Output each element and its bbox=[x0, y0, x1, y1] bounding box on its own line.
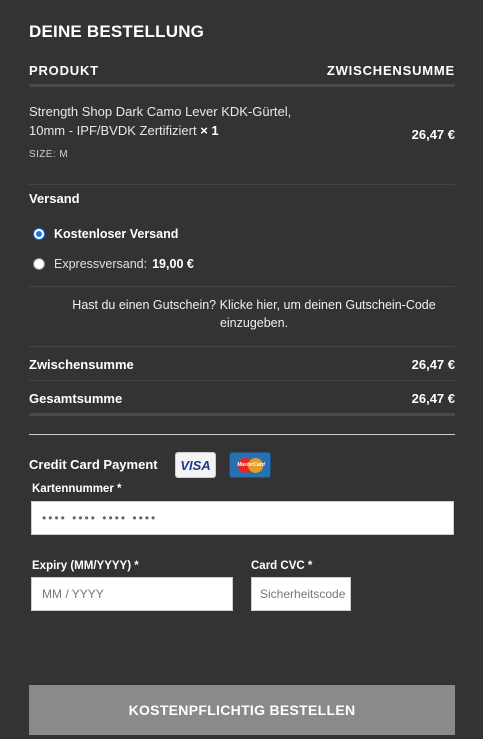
column-header-product: PRODUKT bbox=[29, 63, 99, 78]
table-header: PRODUKT ZWISCHENSUMME bbox=[29, 63, 455, 78]
divider bbox=[29, 380, 455, 381]
total-value: 26,47 € bbox=[411, 391, 455, 406]
expiry-input[interactable]: MM / YYYY bbox=[31, 577, 233, 611]
cvc-label: Card CVC * bbox=[251, 560, 313, 572]
place-order-button[interactable]: KOSTENPFLICHTIG BESTELLEN bbox=[29, 685, 455, 735]
product-title: Strength Shop Dark Camo Lever KDK-Gürtel… bbox=[29, 104, 292, 138]
totals-divider bbox=[29, 413, 455, 416]
payment-method-title: Credit Card Payment bbox=[29, 457, 158, 472]
expiry-label: Expiry (MM/YYYY) * bbox=[32, 560, 139, 572]
divider bbox=[29, 184, 455, 185]
size-value: M bbox=[59, 149, 68, 160]
product-name: Strength Shop Dark Camo Lever KDK-Gürtel… bbox=[29, 102, 309, 140]
total-label: Gesamtsumme bbox=[29, 391, 123, 406]
radio-unselected-icon[interactable] bbox=[33, 258, 45, 270]
shipping-option-free[interactable]: Kostenloser Versand bbox=[33, 227, 178, 241]
column-header-subtotal: ZWISCHENSUMME bbox=[326, 63, 455, 78]
divider bbox=[29, 346, 455, 347]
subtotal-value: 26,47 € bbox=[411, 357, 455, 372]
shipping-option-express[interactable]: Expressversand: 19,00 € bbox=[33, 257, 194, 271]
card-number-label: Kartennummer * bbox=[32, 483, 122, 495]
header-divider bbox=[29, 84, 455, 87]
size-label: SIZE: bbox=[29, 149, 57, 160]
visa-icon: VISA bbox=[175, 452, 216, 478]
radio-selected-icon[interactable] bbox=[33, 228, 45, 240]
mastercard-icon: MasterCard bbox=[229, 452, 271, 478]
subtotal-label: Zwischensumme bbox=[29, 357, 134, 372]
product-variation: SIZE: M bbox=[29, 149, 68, 160]
mastercard-label: MasterCard bbox=[237, 462, 265, 468]
shipping-title: Versand bbox=[29, 191, 80, 206]
divider bbox=[29, 286, 455, 287]
total-row: Gesamtsumme 26,47 € bbox=[29, 391, 455, 406]
card-number-input[interactable]: •••• •••• •••• •••• bbox=[31, 501, 454, 535]
shipping-option-label[interactable]: Kostenloser Versand bbox=[54, 227, 178, 241]
page-title: DEINE BESTELLUNG bbox=[29, 22, 205, 41]
payment-divider bbox=[29, 434, 455, 435]
product-quantity: × 1 bbox=[200, 123, 219, 138]
product-price: 26,47 € bbox=[411, 127, 455, 142]
coupon-link[interactable]: Hast du einen Gutschein? Klicke hier, um… bbox=[49, 296, 459, 332]
shipping-option-price: 19,00 € bbox=[152, 257, 194, 271]
cvc-input[interactable]: Sicherheitscode bbox=[251, 577, 351, 611]
shipping-option-label[interactable]: Expressversand: bbox=[54, 257, 147, 271]
subtotal-row: Zwischensumme 26,47 € bbox=[29, 357, 455, 372]
